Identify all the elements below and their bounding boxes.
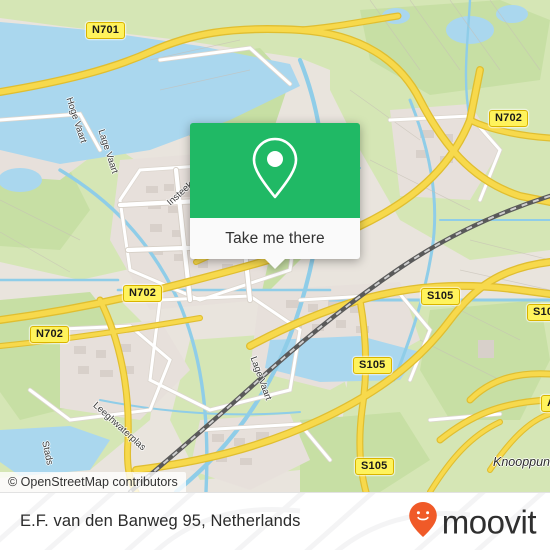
popup-tail [265,259,285,269]
road-shield[interactable]: S105 [527,304,550,321]
road-shield[interactable]: S105 [353,357,392,374]
popup-footer[interactable]: Take me there [190,218,360,269]
moovit-pin-icon [408,500,438,543]
road-shield[interactable]: N702 [123,285,163,302]
moovit-wordmark: moovit [441,503,537,540]
map-pin-icon [247,133,303,208]
road-shield[interactable]: A [541,395,550,412]
osm-attribution[interactable]: © OpenStreetMap contributors [0,472,186,492]
map-canvas[interactable]: N701 N702 N702 N702 S105 S105 S105 S105 … [0,0,550,492]
location-address: E.F. van den Banweg 95, Netherlands [20,512,301,530]
popup-header [190,123,360,218]
map-screenshot: N701 N702 N702 N702 S105 S105 S105 S105 … [0,0,550,550]
map-label-junction: Knooppunt [493,455,550,469]
road-shield[interactable]: N702 [30,326,70,343]
road-shield[interactable]: N702 [489,110,529,127]
road-shield[interactable]: N701 [86,22,126,39]
take-me-there-button[interactable]: Take me there [225,230,325,248]
footer-bar: E.F. van den Banweg 95, Netherlands moov… [0,492,550,550]
location-popup[interactable]: Take me there [190,123,360,269]
road-shield[interactable]: S105 [355,458,394,475]
moovit-logo[interactable]: moovit [408,500,537,543]
road-shield[interactable]: S105 [421,288,460,305]
